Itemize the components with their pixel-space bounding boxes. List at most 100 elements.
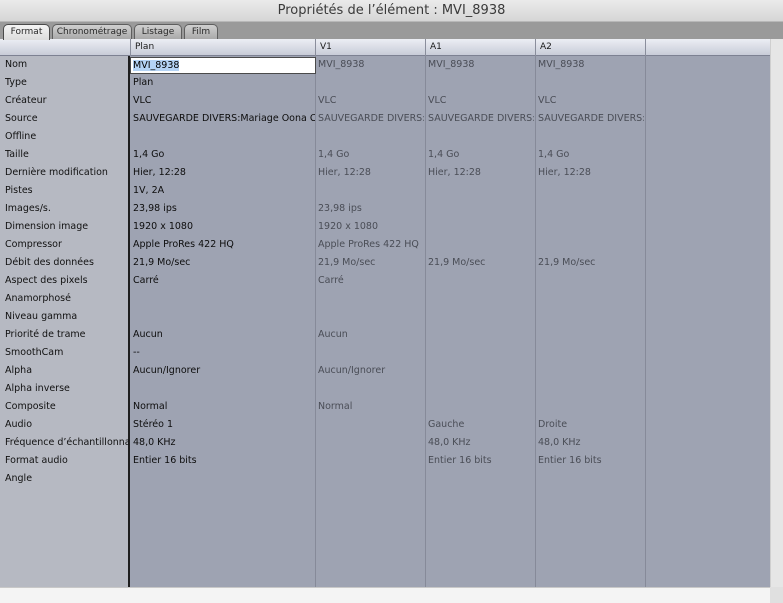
property-value-a1[interactable]	[426, 344, 534, 362]
property-value-a2[interactable]: 21,9 Mo/sec	[536, 254, 644, 272]
property-value-v1[interactable]: MVI_8938	[316, 56, 424, 74]
property-value-a2[interactable]	[536, 326, 644, 344]
property-value-a1[interactable]: Entier 16 bits	[426, 452, 534, 470]
property-value-a1[interactable]	[426, 128, 534, 146]
property-value-a2[interactable]: Droite	[536, 416, 644, 434]
property-value-plan[interactable]: SAUVEGARDE DIVERS:Mariage Oona Cristi	[131, 110, 315, 128]
property-value-a1[interactable]: Hier, 12:28	[426, 164, 534, 182]
property-value-a2[interactable]	[536, 236, 644, 254]
property-value-plan[interactable]: 1,4 Go	[131, 146, 315, 164]
property-value-plan[interactable]	[131, 380, 315, 398]
property-value-a1[interactable]	[426, 218, 534, 236]
property-value-plan[interactable]: VLC	[131, 92, 315, 110]
property-value-a1[interactable]: Gauche	[426, 416, 534, 434]
column-header-plan[interactable]: Plan	[131, 39, 316, 56]
property-value-a1[interactable]: VLC	[426, 92, 534, 110]
property-value-a1[interactable]	[426, 380, 534, 398]
property-value-plan[interactable]	[131, 470, 315, 488]
property-value-a2[interactable]	[536, 470, 644, 488]
property-value-a2[interactable]	[536, 272, 644, 290]
property-value-a2[interactable]	[536, 128, 644, 146]
property-value-a1[interactable]: SAUVEGARDE DIVERS:Ma	[426, 110, 534, 128]
property-value-a1[interactable]: 1,4 Go	[426, 146, 534, 164]
property-value-v1[interactable]: 1920 x 1080	[316, 218, 424, 236]
property-value-plan[interactable]: 48,0 KHz	[131, 434, 315, 452]
property-value-v1[interactable]: Hier, 12:28	[316, 164, 424, 182]
property-value-v1[interactable]	[316, 452, 424, 470]
property-value-plan[interactable]: Plan	[131, 74, 315, 92]
tab-chronometrage[interactable]: Chronométrage	[52, 24, 132, 39]
property-value-a2[interactable]	[536, 344, 644, 362]
column-header-a1[interactable]: A1	[426, 39, 536, 56]
property-value-a2[interactable]: VLC	[536, 92, 644, 110]
property-value-a1[interactable]	[426, 182, 534, 200]
property-value-a2[interactable]	[536, 218, 644, 236]
tab-film[interactable]: Film	[184, 24, 218, 39]
property-value-v1[interactable]	[316, 182, 424, 200]
property-value-v1[interactable]	[316, 380, 424, 398]
property-value-v1[interactable]	[316, 434, 424, 452]
property-value-plan[interactable]: --	[131, 344, 315, 362]
property-value-v1[interactable]: Normal	[316, 398, 424, 416]
property-value-v1[interactable]	[316, 470, 424, 488]
property-value-a2[interactable]: MVI_8938	[536, 56, 644, 74]
property-value-plan[interactable]: Hier, 12:28	[131, 164, 315, 182]
tab-format[interactable]: Format	[3, 24, 50, 40]
property-value-plan[interactable]	[131, 308, 315, 326]
property-value-a2[interactable]: SAUVEGARDE DIVERS:Ma	[536, 110, 644, 128]
property-value-plan[interactable]: 1V, 2A	[131, 182, 315, 200]
property-value-v1[interactable]	[316, 290, 424, 308]
property-value-v1[interactable]	[316, 74, 424, 92]
property-value-a1[interactable]	[426, 74, 534, 92]
property-value-plan[interactable]: Entier 16 bits	[131, 452, 315, 470]
property-value-a1[interactable]	[426, 272, 534, 290]
property-value-a2[interactable]: 48,0 KHz	[536, 434, 644, 452]
property-value-v1[interactable]: 21,9 Mo/sec	[316, 254, 424, 272]
property-value-a2[interactable]: Hier, 12:28	[536, 164, 644, 182]
property-value-a1[interactable]: MVI_8938	[426, 56, 534, 74]
property-value-plan[interactable]	[131, 290, 315, 308]
property-value-plan[interactable]: Apple ProRes 422 HQ	[131, 236, 315, 254]
property-value-a1[interactable]	[426, 200, 534, 218]
property-value-plan[interactable]: Aucun/Ignorer	[131, 362, 315, 380]
property-value-a2[interactable]	[536, 398, 644, 416]
property-value-plan[interactable]: Normal	[131, 398, 315, 416]
property-value-v1[interactable]: 1,4 Go	[316, 146, 424, 164]
property-value-v1[interactable]: 23,98 ips	[316, 200, 424, 218]
property-value-a2[interactable]	[536, 200, 644, 218]
property-value-v1[interactable]: VLC	[316, 92, 424, 110]
property-value-a1[interactable]	[426, 236, 534, 254]
property-value-a1[interactable]: 48,0 KHz	[426, 434, 534, 452]
property-value-a2[interactable]: 1,4 Go	[536, 146, 644, 164]
vertical-scrollbar[interactable]	[770, 39, 783, 587]
property-value-v1[interactable]: Aucun/Ignorer	[316, 362, 424, 380]
property-value-a2[interactable]	[536, 380, 644, 398]
property-value-plan[interactable]: 21,9 Mo/sec	[131, 254, 315, 272]
property-value-a1[interactable]	[426, 362, 534, 380]
property-value-a2[interactable]	[536, 362, 644, 380]
property-value-v1[interactable]: Apple ProRes 422 HQ	[316, 236, 424, 254]
property-value-a2[interactable]	[536, 290, 644, 308]
property-value-v1[interactable]	[316, 308, 424, 326]
column-header-v1[interactable]: V1	[316, 39, 426, 56]
property-value-v1[interactable]: Aucun	[316, 326, 424, 344]
tab-listage[interactable]: Listage	[134, 24, 182, 39]
property-value-a2[interactable]	[536, 308, 644, 326]
property-value-a1[interactable]	[426, 290, 534, 308]
property-value-a1[interactable]: 21,9 Mo/sec	[426, 254, 534, 272]
property-value-a1[interactable]	[426, 398, 534, 416]
property-value-v1[interactable]: Carré	[316, 272, 424, 290]
property-value-a1[interactable]	[426, 326, 534, 344]
property-value-plan[interactable]	[131, 128, 315, 146]
name-field[interactable]: MVI_8938	[130, 57, 316, 74]
property-value-a2[interactable]: Entier 16 bits	[536, 452, 644, 470]
property-value-plan[interactable]: 1920 x 1080	[131, 218, 315, 236]
property-value-a2[interactable]	[536, 182, 644, 200]
property-value-plan[interactable]: Carré	[131, 272, 315, 290]
property-value-v1[interactable]: SAUVEGARDE DIVERS:Ma	[316, 110, 424, 128]
property-value-v1[interactable]	[316, 416, 424, 434]
column-header-a2[interactable]: A2	[536, 39, 646, 56]
property-value-v1[interactable]	[316, 128, 424, 146]
property-value-plan[interactable]: Aucun	[131, 326, 315, 344]
property-value-a1[interactable]	[426, 470, 534, 488]
